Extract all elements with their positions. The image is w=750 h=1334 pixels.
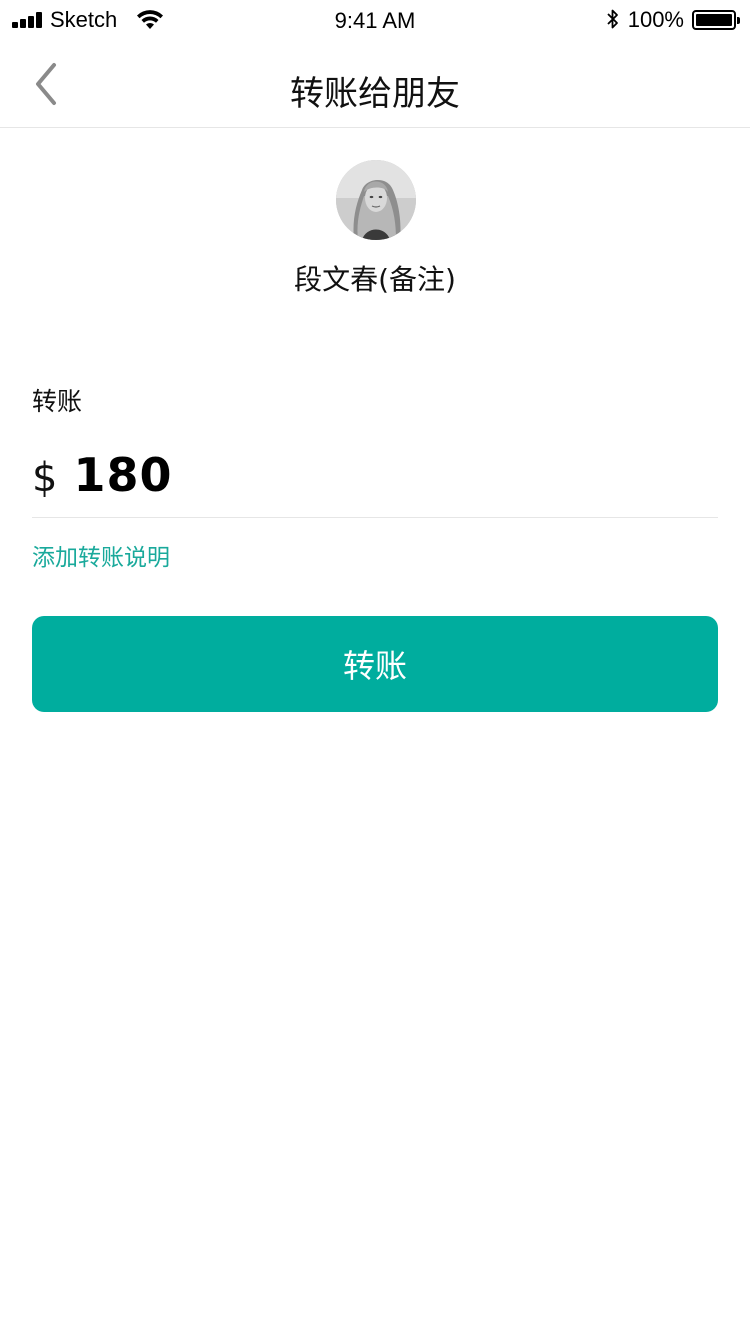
avatar [336,160,416,240]
page-title: 转账给朋友 [290,74,460,114]
divider [32,517,718,518]
avatar-photo [336,160,416,240]
nav-bar: 转账给朋友 [0,40,750,128]
battery-icon [692,10,740,30]
add-note-link[interactable]: 添加转账说明 [32,538,170,572]
status-bar: Sketch 9:41 AM 100% [0,0,750,40]
status-right: 100% [606,7,740,33]
transfer-button[interactable]: 转账 [32,616,718,712]
amount-value[interactable]: 180 [73,448,172,502]
transfer-page: Sketch 9:41 AM 100% 转账给朋友 段文春(备注) 转账 $ 1… [0,0,750,1334]
recipient-name: 段文春(备注) [294,263,456,296]
amount-input[interactable]: $ 180 [32,448,172,502]
transfer-label: 转账 [32,387,83,416]
battery-percent: 100% [627,7,684,32]
bluetooth-icon [607,9,618,29]
currency-symbol: $ [32,455,58,501]
